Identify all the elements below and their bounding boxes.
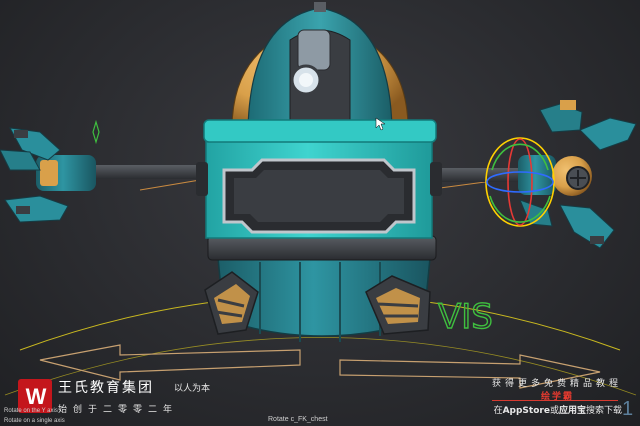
promo-download-hint: 在AppStore或应用宝搜索下载 xyxy=(494,403,622,416)
promo-tagline: 获得更多免费精品教程 xyxy=(491,379,622,389)
floor-marker: VIS xyxy=(438,297,493,337)
status-hint-y-axis: Rotate on the Y axis xyxy=(4,408,58,414)
robot-dome[interactable] xyxy=(231,2,409,131)
robot-chest[interactable] xyxy=(196,119,442,239)
promo-suffix: 搜索下载 xyxy=(585,406,622,416)
brand-founded: 始创于二零零二年 xyxy=(58,405,179,415)
page-number: 1 xyxy=(622,398,634,420)
promo-prefix: 在 xyxy=(493,406,503,416)
scene-canvas[interactable]: VIS xyxy=(0,0,640,426)
left-arm[interactable] xyxy=(0,127,220,223)
3d-viewport[interactable]: VIS xyxy=(0,0,640,426)
brand-logo-letter: W xyxy=(25,384,47,409)
robot-lower-body[interactable] xyxy=(204,257,431,342)
promo-store-yingyongbao: 应用宝 xyxy=(558,406,586,416)
right-arm[interactable] xyxy=(425,100,637,249)
promo-store-appstore: AppStore xyxy=(502,406,550,416)
promo-watermark: 获得更多免费精品教程 绘学霸 在AppStore或应用宝搜索下载 xyxy=(468,376,636,420)
status-hint-control: Rotate c_FK_chest xyxy=(268,416,328,423)
promo-or: 或 xyxy=(549,406,559,416)
sparkle-icon xyxy=(92,119,100,145)
brand-slogan: 以人为本 xyxy=(174,384,211,394)
status-hint-single-axis: Rotate on a single axis xyxy=(4,418,65,424)
promo-divider xyxy=(492,400,618,401)
body-ring xyxy=(207,235,437,261)
brand-name: 王氏教育集团 xyxy=(58,380,154,396)
